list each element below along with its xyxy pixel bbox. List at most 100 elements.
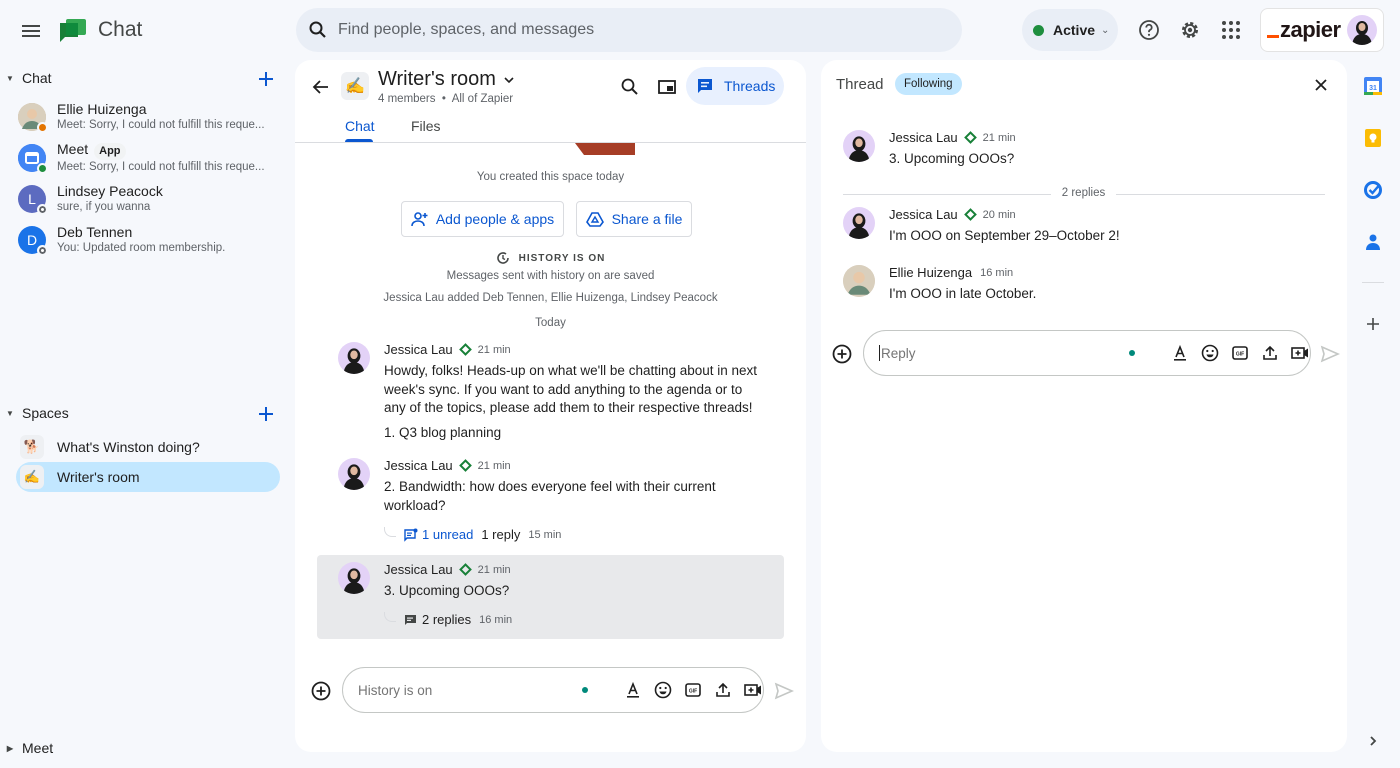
- avatar: D: [18, 226, 48, 256]
- history-note: Messages sent with history on are saved: [446, 270, 655, 282]
- unread-count: 1 unread: [422, 527, 474, 542]
- add-attachment-plus-icon[interactable]: [831, 343, 853, 365]
- main-menu-icon[interactable]: [20, 20, 42, 42]
- format-text-icon[interactable]: [623, 680, 643, 700]
- apps-grid-icon[interactable]: [1219, 18, 1243, 42]
- meet-section-header[interactable]: ▶ Meet: [0, 736, 290, 760]
- history-on-indicator: [1129, 350, 1135, 356]
- reply-input[interactable]: Reply: [881, 346, 1129, 361]
- room-title: Writer's room: [378, 68, 496, 90]
- status-dropdown[interactable]: Active ⌄: [1022, 9, 1118, 51]
- back-arrow-icon[interactable]: [311, 77, 331, 97]
- search-bar[interactable]: Find people, spaces, and messages: [296, 8, 962, 52]
- chat-section-header[interactable]: ▼ Chat: [0, 66, 290, 90]
- message-body: 3. Upcoming OOOs?: [889, 151, 1015, 166]
- following-badge[interactable]: Following: [895, 73, 962, 95]
- dm-item-ellie-huizenga[interactable]: Ellie Huizenga Meet: Sorry, I could not f…: [16, 97, 280, 137]
- writing-hand-icon: ✍: [20, 465, 44, 489]
- room-title-dropdown[interactable]: Writer's room: [378, 68, 516, 91]
- author-name[interactable]: Jessica Lau: [889, 130, 958, 145]
- space-item-whats-winston-doing[interactable]: 🐕 What's Winston doing?: [16, 432, 280, 462]
- help-icon[interactable]: [1137, 18, 1161, 42]
- author-name[interactable]: Jessica Lau: [384, 562, 453, 577]
- dog-icon: 🐕: [20, 435, 44, 459]
- reply-time: 15 min: [528, 528, 562, 541]
- format-text-icon[interactable]: [1170, 343, 1190, 363]
- message-selected[interactable]: Jessica Lau 21 min 3. Upcoming OOOs? 2 re…: [338, 562, 778, 637]
- gif-icon[interactable]: GIF: [1230, 343, 1250, 363]
- space-illustration: [575, 143, 635, 155]
- contacts-icon[interactable]: [1362, 231, 1384, 253]
- verified-diamond-icon: [963, 208, 977, 221]
- tasks-icon[interactable]: [1362, 179, 1384, 201]
- author-name[interactable]: Ellie Huizenga: [889, 265, 972, 280]
- tab-files[interactable]: Files: [411, 118, 441, 142]
- share-file-button[interactable]: Share a file: [576, 201, 692, 237]
- avatar: [843, 207, 875, 239]
- dm-item-lindsey-peacock[interactable]: L Lindsey Peacock sure, if you wanna: [16, 179, 280, 219]
- add-attachment-plus-icon[interactable]: [310, 680, 332, 702]
- message-input[interactable]: History is on: [358, 683, 582, 698]
- history-on-indicator: [582, 687, 588, 693]
- account-switcher[interactable]: zapier: [1260, 8, 1384, 52]
- members-added-note: Jessica Lau added Deb Tennen, Ellie Huiz…: [383, 292, 718, 304]
- avatar: [338, 342, 370, 374]
- new-chat-button[interactable]: [256, 69, 276, 89]
- message-body: Howdy, folks! Heads-up on what we'll be …: [384, 363, 758, 440]
- settings-gear-icon[interactable]: [1178, 18, 1202, 42]
- thread-summary-link[interactable]: 2 replies 16 min: [384, 611, 512, 627]
- search-in-room-icon[interactable]: [619, 76, 641, 98]
- video-meeting-icon[interactable]: [743, 680, 763, 700]
- video-meeting-icon[interactable]: [1290, 343, 1310, 363]
- reply-count: 1 reply: [481, 527, 521, 542]
- avatar: [843, 265, 875, 297]
- space-item-writers-room[interactable]: ✍ Writer's room: [16, 462, 280, 492]
- reply-composer[interactable]: Reply GIF: [863, 330, 1311, 376]
- user-avatar: [1346, 15, 1377, 45]
- search-input[interactable]: Find people, spaces, and messages: [338, 21, 594, 39]
- send-icon[interactable]: [773, 680, 795, 702]
- gif-icon[interactable]: GIF: [683, 680, 703, 700]
- open-in-popup-icon[interactable]: [656, 76, 678, 98]
- verified-diamond-icon: [458, 563, 472, 576]
- text-cursor: [879, 345, 880, 361]
- author-name[interactable]: Jessica Lau: [384, 458, 453, 473]
- new-space-button[interactable]: [256, 404, 276, 424]
- message-body: 2. Bandwidth: how does everyone feel wit…: [384, 479, 716, 513]
- emoji-icon[interactable]: [1200, 343, 1220, 363]
- spaces-section-header[interactable]: ▼ Spaces: [0, 401, 290, 425]
- message-composer[interactable]: History is on GIF: [342, 667, 764, 713]
- history-icon: [496, 252, 509, 264]
- thread-reply: Jessica Lau 20 min I'm OOO on September 2…: [843, 207, 1283, 252]
- emoji-icon[interactable]: [653, 680, 673, 700]
- dm-item-meet[interactable]: Meet App Meet: Sorry, I could not fulfill …: [16, 138, 280, 178]
- add-app-plus-icon[interactable]: [1362, 313, 1384, 335]
- chevron-down-icon: [504, 76, 514, 83]
- room-avatar: ✍: [341, 72, 369, 100]
- author-name[interactable]: Jessica Lau: [889, 207, 958, 222]
- date-divider: Today: [535, 317, 566, 329]
- divider-line: [1116, 194, 1325, 195]
- add-people-apps-button[interactable]: Add people & apps: [401, 201, 564, 237]
- reply-count-divider: 2 replies: [1061, 187, 1106, 199]
- thread-icon: [405, 614, 416, 625]
- message-body: I'm OOO in late October.: [889, 286, 1037, 301]
- upload-icon[interactable]: [1260, 343, 1280, 363]
- threads-button[interactable]: Threads: [686, 67, 784, 105]
- send-icon[interactable]: [1319, 343, 1341, 365]
- expand-panel-chevron-icon[interactable]: [1362, 730, 1384, 752]
- message: Jessica Lau 21 min Howdy, folks! Heads-up…: [338, 342, 778, 452]
- upload-icon[interactable]: [713, 680, 733, 700]
- avatar: [338, 562, 370, 594]
- thread-summary-link[interactable]: 1 unread 1 reply 15 min: [384, 526, 562, 542]
- avatar: [18, 103, 48, 133]
- author-name[interactable]: Jessica Lau: [384, 342, 453, 357]
- avatar: [338, 458, 370, 490]
- search-icon: [309, 21, 326, 38]
- dm-item-deb-tennen[interactable]: D Deb Tennen You: Updated room membership…: [16, 220, 280, 260]
- room-subtitle: 4 members • All of Zapier: [378, 93, 514, 105]
- calendar-icon[interactable]: 31: [1362, 75, 1384, 97]
- thread-title: Thread: [836, 76, 884, 93]
- close-icon[interactable]: [1311, 75, 1331, 95]
- keep-icon[interactable]: [1362, 127, 1384, 149]
